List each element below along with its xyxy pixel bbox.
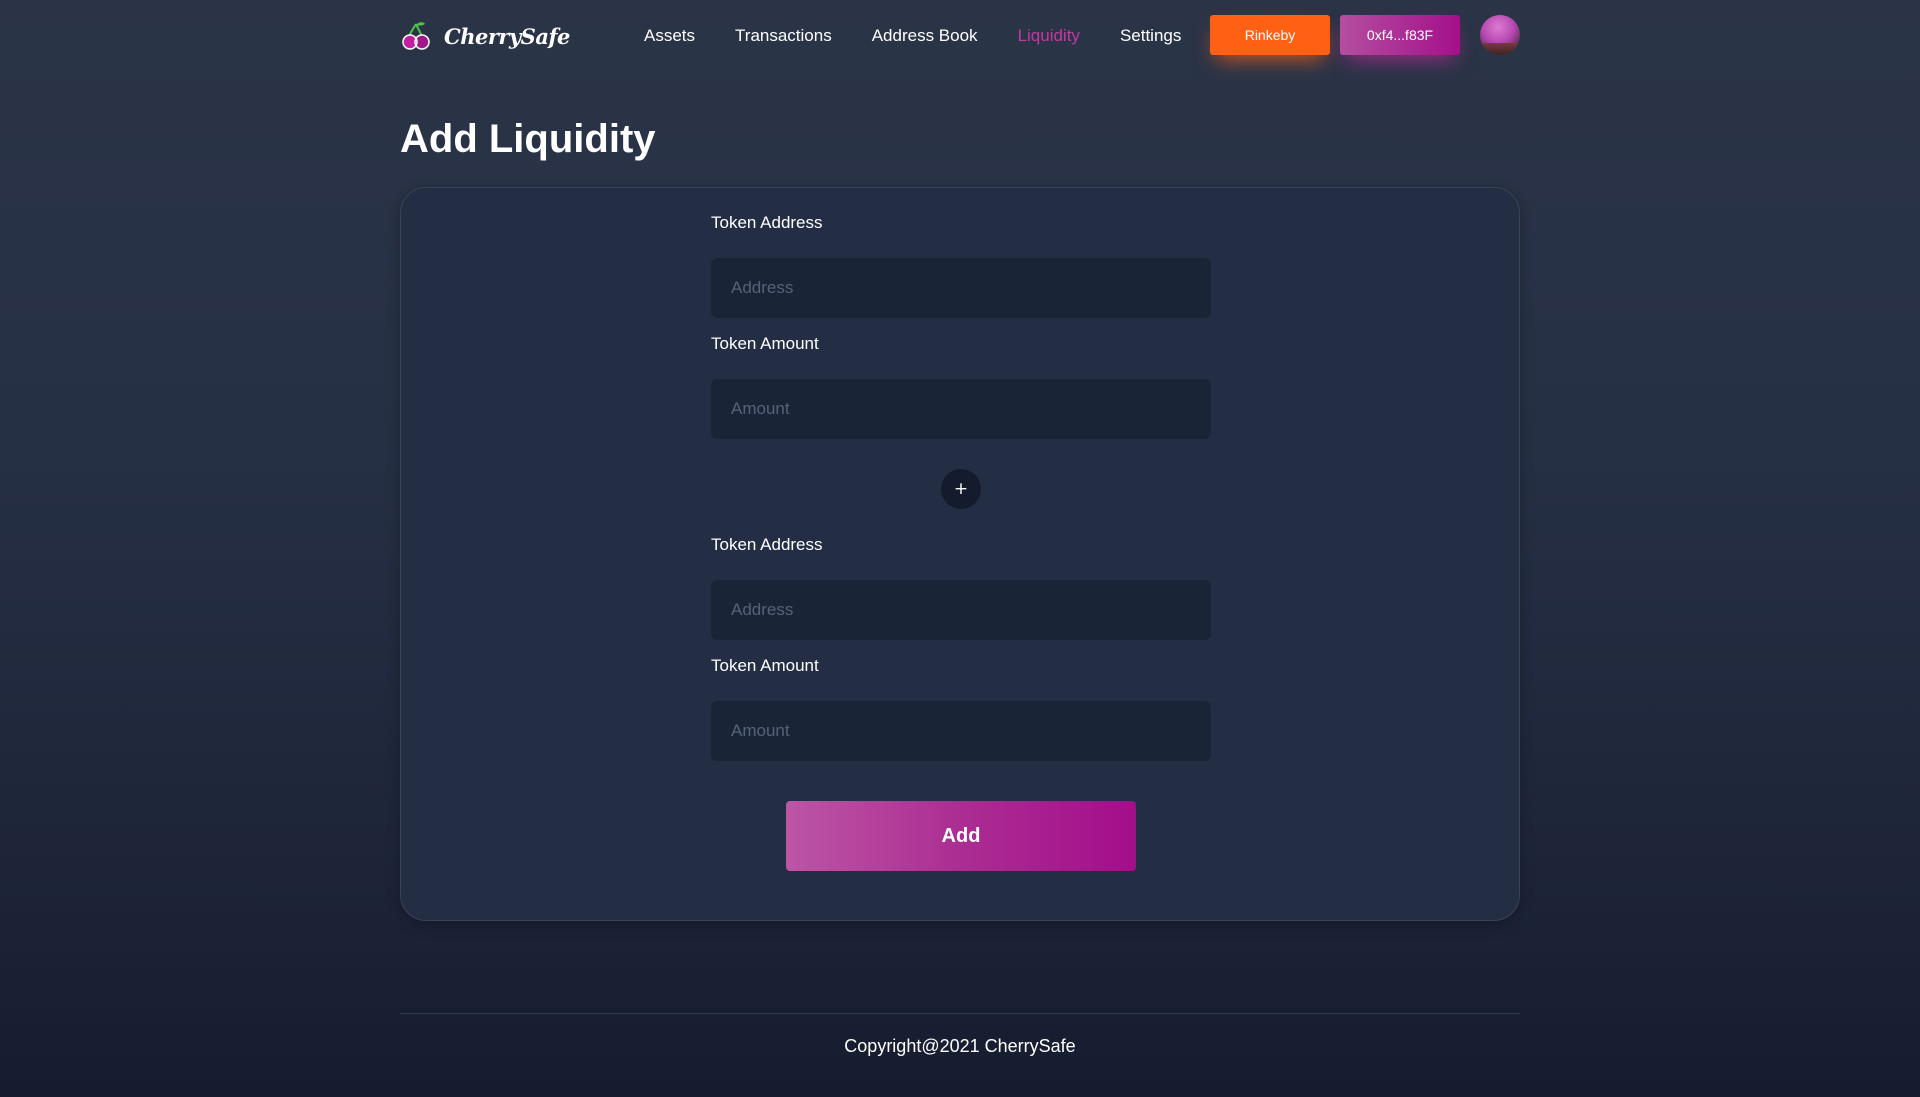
page-title: Add Liquidity bbox=[400, 117, 656, 161]
add-button[interactable]: Add bbox=[786, 801, 1136, 871]
network-button[interactable]: Rinkeby bbox=[1210, 15, 1330, 55]
brand-name: CherrySafe bbox=[444, 23, 570, 49]
token-a-amount-label: Token Amount bbox=[711, 334, 819, 353]
nav-item-assets[interactable]: Assets bbox=[644, 26, 695, 46]
token-b-address-input[interactable] bbox=[711, 580, 1211, 640]
nav-item-address-book[interactable]: Address Book bbox=[872, 26, 978, 46]
add-liquidity-card: Token Address Token Amount + Token Addre… bbox=[400, 187, 1520, 921]
nav-item-settings[interactable]: Settings bbox=[1120, 26, 1181, 46]
token-a-amount-input[interactable] bbox=[711, 379, 1211, 439]
brand[interactable]: CherrySafe bbox=[400, 20, 570, 52]
copyright-text: Copyright@2021 CherrySafe bbox=[844, 1036, 1076, 1056]
footer-divider bbox=[400, 1013, 1520, 1014]
token-b-amount-input[interactable] bbox=[711, 701, 1211, 761]
plus-icon[interactable]: + bbox=[941, 469, 981, 509]
nav-item-liquidity[interactable]: Liquidity bbox=[1018, 26, 1080, 46]
wallet-address-button[interactable]: 0xf4...f83F bbox=[1340, 15, 1460, 55]
nav-item-transactions[interactable]: Transactions bbox=[735, 26, 832, 46]
user-avatar[interactable] bbox=[1480, 15, 1520, 55]
cherry-logo-icon bbox=[400, 20, 432, 52]
token-b-amount-label: Token Amount bbox=[711, 656, 819, 675]
top-navigation: CherrySafe Assets Transactions Address B… bbox=[400, 14, 1520, 56]
token-b-address-label: Token Address bbox=[711, 535, 823, 554]
nav-links: Assets Transactions Address Book Liquidi… bbox=[644, 26, 1221, 46]
token-a-address-input[interactable] bbox=[711, 258, 1211, 318]
token-a-address-label: Token Address bbox=[711, 213, 823, 232]
